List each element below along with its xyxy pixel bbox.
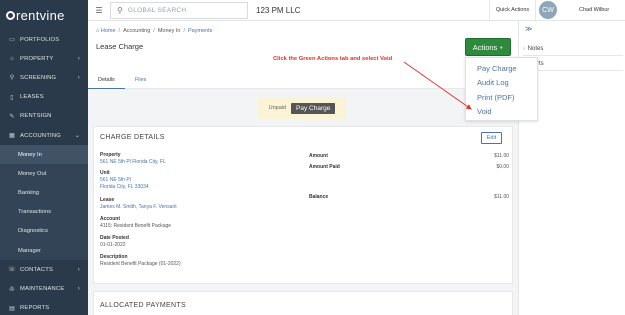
chevron-right-icon: › [77, 74, 80, 81]
sidebar-nav-bottom: ☏ CONTACTS › ✇ MAINTENANCE › ▤ REPORTS [0, 260, 88, 315]
file-icon: ▯ [10, 94, 14, 101]
sidebar-item-accounting[interactable]: ▦ ACCOUNTING ⌄ [0, 126, 88, 145]
status-badge: Unpaid [268, 105, 287, 111]
sidebar-item-label: MAINTENANCE [20, 286, 65, 293]
company-name[interactable]: 123 PM LLC [256, 6, 300, 15]
actions-button[interactable]: Actions ▼ [465, 38, 511, 56]
date-posted-field: Date Posted 01-01-2022 [100, 235, 129, 248]
logo-text: rentvine [16, 7, 65, 23]
sidebar-item-label: PORTFOLIOS [20, 36, 60, 43]
chevron-right-icon: › [523, 45, 525, 52]
sidebar-item-screening[interactable]: ⚲ SCREENING › [0, 68, 88, 87]
lease-link[interactable]: James M. Smith, Tanya F. Vensant [100, 204, 177, 211]
tab-details[interactable]: Details [88, 71, 125, 89]
edit-button[interactable]: Edit [481, 132, 502, 144]
payment-status-bar: Unpaid Pay Charge [258, 97, 346, 119]
description-field: Description Resident Benefit Package (01… [100, 254, 181, 267]
lease-field: Lease James M. Smith, Tanya F. Vensant [100, 197, 177, 211]
breadcrumb-home[interactable]: ⌂ Home [96, 28, 116, 34]
user-name[interactable]: Chad Wilbur [579, 7, 609, 13]
sidebar-item-contacts[interactable]: ☏ CONTACTS › [0, 260, 88, 279]
chart-icon: ▤ [9, 305, 15, 312]
chevron-right-icon: › [77, 266, 80, 273]
property-field: Property 561 NE 5th Pl Florida City, FL [100, 152, 166, 166]
notes-section-toggle[interactable]: › Notes [523, 42, 623, 56]
menu-item-pay-charge[interactable]: Pay Charge [466, 61, 537, 76]
sidebar-subitem-manager[interactable]: Manager [0, 241, 88, 261]
sidebar-item-label: ACCOUNTING [20, 132, 61, 139]
home-icon: ⌂ [10, 55, 14, 62]
accounting-submenu: Money In Money Out Banking Transactions Diag… [0, 145, 88, 261]
account-field: Account 4115: Resident Benefit Package [100, 216, 172, 229]
actions-dropdown-menu: Pay Charge Audit Log Print (PDF) Void [465, 57, 538, 121]
sidebar-item-portfolios[interactable]: ▭ PORTFOLIOS [0, 30, 88, 49]
chevron-right-icon: › [77, 286, 80, 293]
chevron-right-icon: › [77, 55, 80, 62]
breadcrumb: ⌂ Home / Accounting / Money In / Payment… [96, 28, 213, 34]
calculator-icon: ▦ [9, 133, 15, 140]
sidebar-item-rentsign[interactable]: ✎ RENTSIGN [0, 107, 88, 126]
allocated-payments-card: ALLOCATED PAYMENTS [93, 291, 513, 315]
sidebar-item-label: CONTACTS [20, 266, 54, 273]
global-search-input[interactable] [127, 6, 228, 14]
topbar: ☰ ⚲ 123 PM LLC Quick Actions CW Chad Wil… [88, 0, 625, 21]
sidebar-nav: ▭ PORTFOLIOS ⌂ PROPERTY › ⚲ SCREENING › ▯ LEASES ✎… [0, 30, 88, 145]
tab-bar: Details Files [88, 71, 156, 89]
menu-item-print-pdf[interactable]: Print (PDF) [466, 90, 537, 105]
sidebar-subitem-banking[interactable]: Banking [0, 183, 88, 203]
amount-row: Amount $11.00 [309, 153, 509, 159]
sidebar-item-property[interactable]: ⌂ PROPERTY › [0, 49, 88, 68]
wrench-icon: ✇ [9, 286, 15, 293]
breadcrumb-payments[interactable]: Payments [188, 28, 212, 34]
second-section-toggle[interactable]: rts [523, 57, 623, 71]
chevron-down-icon: ⌄ [74, 133, 80, 140]
avatar[interactable]: CW [539, 1, 557, 19]
sidebar-item-label: REPORTS [20, 305, 50, 312]
sidebar-item-reports[interactable]: ▤ REPORTS [0, 299, 88, 315]
breadcrumb-money-in[interactable]: Money In [158, 28, 181, 34]
allocated-payments-title: ALLOCATED PAYMENTS [100, 302, 186, 309]
main-content: ⌂ Home / Accounting / Money In / Payment… [88, 21, 518, 315]
global-search[interactable]: ⚲ [110, 1, 248, 19]
charge-details-title: CHARGE DETAILS [100, 134, 165, 141]
logo-mark-icon [6, 10, 15, 20]
page-title: Lease Charge [96, 42, 144, 51]
instruction-annotation: Click the Green Actions tab and select V… [273, 56, 393, 62]
contacts-icon: ☏ [8, 267, 16, 274]
unit-city-link[interactable]: Florida City, FL 33034 [100, 184, 149, 191]
sidebar-subitem-transactions[interactable]: Transactions [0, 202, 88, 222]
caret-down-icon: ▼ [499, 44, 504, 50]
sidebar-item-leases[interactable]: ▯ LEASES [0, 88, 88, 107]
folder-icon: ▭ [9, 37, 15, 44]
sidebar-item-label: SCREENING [20, 74, 57, 81]
sidebar-item-label: RENTSIGN [20, 113, 52, 120]
rentvine-logo[interactable]: rentvine [0, 0, 88, 30]
search-icon: ⚲ [117, 5, 123, 15]
unit-field: Unit 561 NE 5th Pl Florida City, FL 3303… [100, 170, 149, 191]
amount-paid-row: Amount Paid $0.00 [309, 164, 509, 170]
sidebar-subitem-money-in[interactable]: Money In [0, 145, 88, 165]
tab-files[interactable]: Files [125, 71, 157, 89]
sidebar-subitem-diagnostics[interactable]: Diagnostics [0, 221, 88, 242]
sidebar-item-maintenance[interactable]: ✇ MAINTENANCE › [0, 279, 88, 298]
property-link[interactable]: 561 NE 5th Pl Florida City, FL [100, 159, 166, 166]
charge-details-card: CHARGE DETAILS Edit Property 561 NE 5th … [93, 126, 513, 284]
quick-actions-button[interactable]: Quick Actions [489, 0, 536, 20]
page-header: ⌂ Home / Accounting / Money In / Payment… [88, 21, 518, 89]
sidebar-subitem-money-out[interactable]: Money Out [0, 164, 88, 184]
menu-item-audit-log[interactable]: Audit Log [466, 76, 537, 91]
menu-item-void[interactable]: Void [466, 105, 537, 120]
collapse-panel-icon[interactable]: ≫ [525, 25, 532, 33]
breadcrumb-accounting[interactable]: Accounting [123, 28, 150, 34]
search-icon: ⚲ [9, 75, 15, 82]
hamburger-menu-icon[interactable]: ☰ [88, 6, 110, 15]
unit-link[interactable]: 561 NE 5th Pl [100, 177, 149, 184]
sign-icon: ✎ [9, 113, 15, 120]
sidebar-item-label: LEASES [20, 94, 44, 101]
sidebar-item-label: PROPERTY [20, 55, 54, 62]
sidebar: rentvine ▭ PORTFOLIOS ⌂ PROPERTY › ⚲ SCREENING… [0, 0, 88, 315]
pay-charge-button[interactable]: Pay Charge [291, 102, 336, 114]
balance-row: Balance $11.00 [309, 194, 509, 200]
